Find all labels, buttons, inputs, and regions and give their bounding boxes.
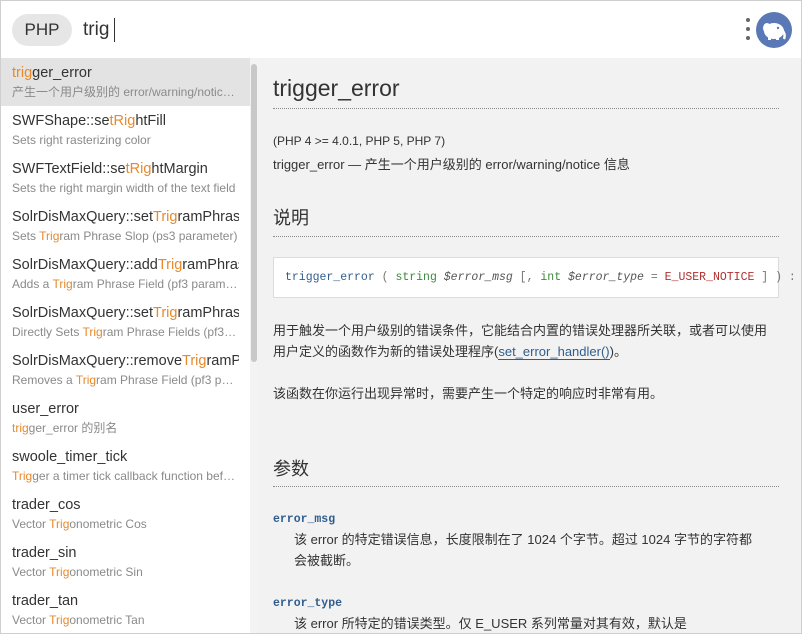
result-item[interactable]: SolrDisMaxQuery::setTrigramPhraseFieldsD… <box>1 298 250 346</box>
divider <box>273 236 779 237</box>
description-paragraph: 用于触发一个用户级别的错误条件，它能结合内置的错误处理器所关联，或者可以使用用户… <box>273 323 768 360</box>
param-error-type-desc: 该 error 所特定的错误类型。仅 E_USER 系列常量对其有效，默认是 <box>294 616 687 631</box>
doc-pane: trigger_error (PHP 4 >= 4.0.1, PHP 5, PH… <box>258 58 801 633</box>
result-title: trader_sin <box>12 545 77 561</box>
sig-function-name[interactable]: trigger_error <box>285 271 375 284</box>
result-item[interactable]: SolrDisMaxQuery::removeTrigramPhraseFiel… <box>1 346 250 394</box>
results-list: trigger_error 产生一个用户级别的 error/warning/not… <box>1 58 250 633</box>
result-description: Trigger a timer tick callback function b… <box>12 469 239 483</box>
result-item[interactable]: SWFTextField::setRightMarginSets the rig… <box>1 154 250 202</box>
result-item[interactable]: trader_cos Vector Trigonometric Cos <box>1 490 250 538</box>
result-title: SolrDisMaxQuery::setTrigramPhraseSlop <box>12 209 239 225</box>
result-title: trigger_error <box>12 65 92 81</box>
result-description: Adds a Trigram Phrase Field (pf3 paramet… <box>12 277 239 291</box>
function-signature: trigger_error ( string $error_msg [, int… <box>273 257 796 298</box>
result-item[interactable]: trader_sin Vector Trigonometric Sin <box>1 538 250 586</box>
result-title: swoole_timer_tick <box>12 449 128 465</box>
divider <box>273 486 779 487</box>
result-description: Sets Trigram Phrase Slop (ps3 parameter) <box>12 229 238 243</box>
search-input[interactable] <box>83 13 683 47</box>
result-item[interactable]: trader_tan Vector Trigonometric Tan <box>1 586 250 633</box>
result-description: Vector Trigonometric Sin <box>12 565 143 579</box>
result-item[interactable]: swoole_timer_tick Trigger a timer tick ca… <box>1 442 250 490</box>
result-title: trader_cos <box>12 497 81 513</box>
description-heading: 说明 <box>273 208 309 228</box>
result-item[interactable]: trigger_error 产生一个用户级别的 error/warning/not… <box>1 58 250 106</box>
more-vert-icon[interactable] <box>743 18 753 44</box>
result-description: Sets right rasterizing color <box>12 133 151 147</box>
parameters-heading: 参数 <box>273 459 309 479</box>
text-caret <box>114 18 115 42</box>
language-chip[interactable]: PHP <box>12 14 72 46</box>
set-error-handler-link[interactable]: set_error_handler() <box>498 344 610 360</box>
purpose-line: trigger_error — 产生一个用户级别的 error/warning/… <box>273 157 630 172</box>
result-description: Vector Trigonometric Tan <box>12 613 145 627</box>
result-title: SWFTextField::setRightMargin <box>12 161 208 177</box>
usage-paragraph: 该函数在你运行出现异常时，需要产生一个特定的响应时非常有用。 <box>273 386 664 401</box>
elephant-app-icon[interactable] <box>756 12 792 48</box>
result-description: Sets the right margin width of the text … <box>12 181 236 195</box>
results-scrollbar[interactable] <box>250 58 258 633</box>
search-bar: PHP <box>1 1 801 58</box>
result-title: SolrDisMaxQuery::addTrigramPhraseField <box>12 257 239 273</box>
result-description: Directly Sets Trigram Phrase Fields (pf3… <box>12 325 239 339</box>
result-description: Removes a Trigram Phrase Field (pf3 para… <box>12 373 239 387</box>
result-title: SolrDisMaxQuery::removeTrigramPhraseFiel… <box>12 353 239 369</box>
result-title: user_error <box>12 401 79 417</box>
app-window: PHP trigger_error 产生一个用户级别的 error/warning… <box>0 0 802 634</box>
result-item[interactable]: SolrDisMaxQuery::addTrigramPhraseFieldAd… <box>1 250 250 298</box>
version-info: (PHP 4 >= 4.0.1, PHP 5, PHP 7) <box>273 134 446 148</box>
result-title: SWFShape::setRightFill <box>12 113 166 129</box>
scroll-thumb[interactable] <box>251 64 257 362</box>
param-error-msg: error_msg <box>273 513 336 526</box>
result-title: trader_tan <box>12 593 79 609</box>
divider <box>273 108 779 109</box>
param-error-type: error_type <box>273 597 343 610</box>
result-item[interactable]: SolrDisMaxQuery::setTrigramPhraseSlopSet… <box>1 202 250 250</box>
result-description: 产生一个用户级别的 error/warning/notice 信息 <box>12 85 239 99</box>
result-description: Vector Trigonometric Cos <box>12 517 147 531</box>
result-description: trigger_error 的别名 <box>12 421 118 435</box>
result-item[interactable]: SWFShape::setRightFillSets right rasteri… <box>1 106 250 154</box>
result-item[interactable]: user_error trigger_error 的别名 <box>1 394 250 442</box>
result-title: SolrDisMaxQuery::setTrigramPhraseFields <box>12 305 239 321</box>
doc-title: trigger_error <box>273 75 400 101</box>
param-error-msg-desc: 该 error 的特定错误信息，长度限制在了 1024 个字节。超过 1024 … <box>294 532 752 568</box>
